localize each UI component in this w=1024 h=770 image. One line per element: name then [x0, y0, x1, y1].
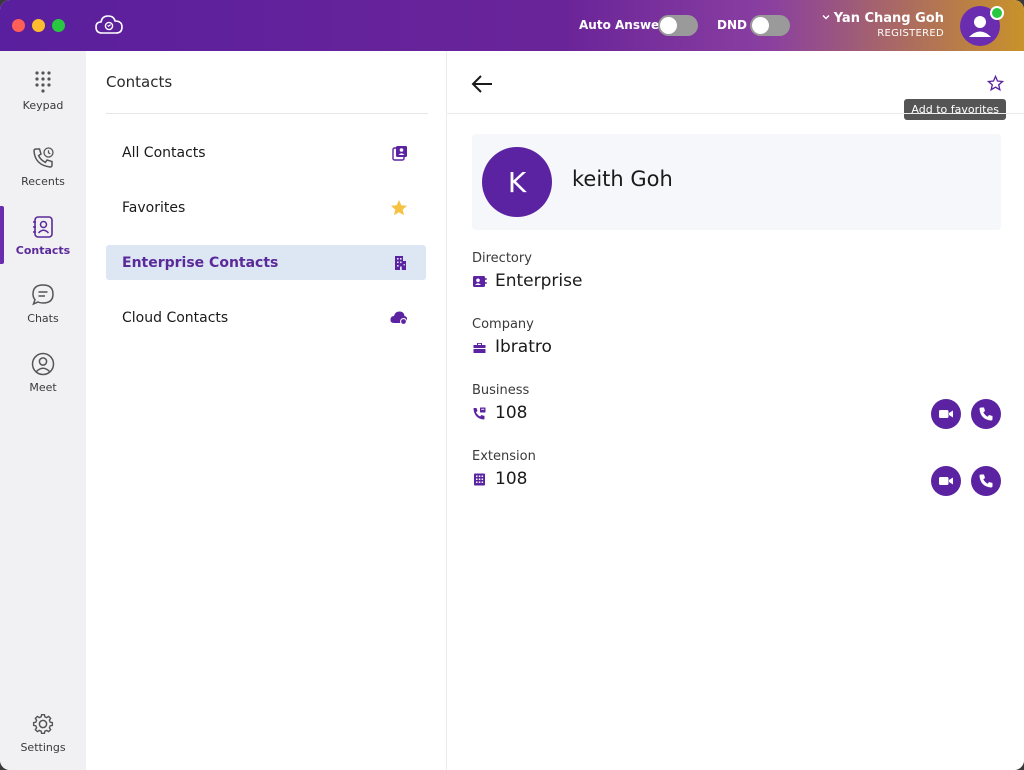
- title-bar: Auto Answer DND Yan Chang Goh REGISTERED: [0, 0, 1024, 51]
- nav-label-settings: Settings: [20, 741, 66, 754]
- field-business: Business 108: [472, 383, 1002, 423]
- chevron-down-icon[interactable]: [821, 12, 831, 22]
- field-value: 108: [495, 403, 528, 423]
- phone-icon: [979, 407, 993, 421]
- nav-label-recents: Recents: [21, 175, 65, 188]
- recents-icon: [33, 147, 54, 168]
- video-camera-icon: [939, 477, 953, 485]
- detail-header-divider: [447, 113, 1024, 114]
- dnd-toggle[interactable]: [750, 15, 790, 36]
- list-item-favorites[interactable]: Favorites: [106, 190, 426, 225]
- minimize-window-button[interactable]: [32, 19, 45, 32]
- contact-name: keith Goh: [572, 167, 673, 191]
- left-navigation: Keypad Recents Contacts Chats Meet Setti…: [0, 51, 86, 770]
- nav-contacts[interactable]: Contacts: [0, 208, 86, 270]
- nav-chats[interactable]: Chats: [0, 276, 86, 338]
- app-window: Auto Answer DND Yan Chang Goh REGISTERED: [0, 0, 1024, 770]
- business-voice-call-button[interactable]: [971, 399, 1001, 429]
- app-logo-icon: [95, 15, 123, 34]
- dnd-label: DND: [717, 18, 747, 32]
- video-camera-icon: [939, 410, 953, 418]
- keypad-icon: [35, 71, 51, 93]
- nav-label-keypad: Keypad: [22, 99, 64, 112]
- auto-answer-label: Auto Answer: [579, 18, 666, 32]
- close-window-button[interactable]: [12, 19, 25, 32]
- nav-label-chats: Chats: [27, 312, 59, 325]
- contacts-icon: [33, 216, 53, 238]
- contacts-panel: Contacts All Contacts Favorites Enterpri…: [86, 51, 447, 770]
- nav-label-contacts: Contacts: [15, 244, 71, 257]
- extension-voice-call-button[interactable]: [971, 466, 1001, 496]
- cloud-contact-icon: [390, 311, 408, 325]
- directory-icon: [473, 275, 487, 287]
- registration-status: REGISTERED: [877, 28, 944, 39]
- back-arrow-icon[interactable]: [471, 74, 493, 94]
- field-label: Extension: [472, 449, 536, 464]
- user-name[interactable]: Yan Chang Goh: [834, 11, 944, 26]
- panel-divider: [106, 113, 428, 114]
- panel-title: Contacts: [106, 73, 173, 91]
- list-item-all-contacts[interactable]: All Contacts: [106, 135, 426, 170]
- field-value: Ibratro: [495, 337, 552, 357]
- nav-settings[interactable]: Settings: [0, 705, 86, 767]
- settings-icon: [32, 713, 54, 735]
- contact-avatar: K: [482, 147, 552, 217]
- star-icon: [391, 200, 407, 216]
- field-extension: Extension 108: [472, 449, 1002, 489]
- nav-recents[interactable]: Recents: [0, 139, 86, 201]
- field-label: Business: [472, 383, 530, 398]
- auto-answer-toggle[interactable]: [658, 15, 698, 36]
- phone-icon: [979, 474, 993, 488]
- briefcase-icon: [473, 342, 486, 353]
- nav-keypad[interactable]: Keypad: [0, 63, 86, 125]
- list-item-enterprise-contacts[interactable]: Enterprise Contacts: [106, 245, 426, 280]
- list-item-label: Enterprise Contacts: [122, 254, 279, 271]
- business-video-call-button[interactable]: [931, 399, 961, 429]
- contact-card: K keith Goh: [472, 134, 1001, 230]
- nav-label-meet: Meet: [29, 381, 57, 394]
- field-value: 108: [495, 469, 528, 489]
- address-book-icon: [392, 146, 407, 161]
- list-item-label: All Contacts: [122, 144, 206, 161]
- add-favorite-star-icon[interactable]: [987, 75, 1004, 92]
- meet-icon: [31, 352, 55, 376]
- field-value: Enterprise: [495, 271, 583, 291]
- field-label: Directory: [472, 251, 532, 266]
- list-item-label: Favorites: [122, 199, 186, 216]
- nav-meet[interactable]: Meet: [0, 345, 86, 407]
- list-item-label: Cloud Contacts: [122, 309, 229, 326]
- maximize-window-button[interactable]: [52, 19, 65, 32]
- field-label: Company: [472, 317, 534, 332]
- chats-icon: [32, 284, 54, 306]
- favorites-tooltip: Add to favorites: [904, 99, 1006, 120]
- list-item-cloud-contacts[interactable]: Cloud Contacts: [106, 300, 426, 335]
- presence-indicator: [990, 6, 1004, 20]
- extension-video-call-button[interactable]: [931, 466, 961, 496]
- extension-icon: [474, 473, 485, 485]
- field-company: Company Ibratro: [472, 317, 1002, 357]
- contact-detail: Add to favorites K keith Goh Directory E…: [447, 51, 1024, 770]
- field-directory: Directory Enterprise: [472, 251, 1002, 291]
- building-icon: [395, 256, 406, 270]
- business-phone-icon: [473, 407, 486, 419]
